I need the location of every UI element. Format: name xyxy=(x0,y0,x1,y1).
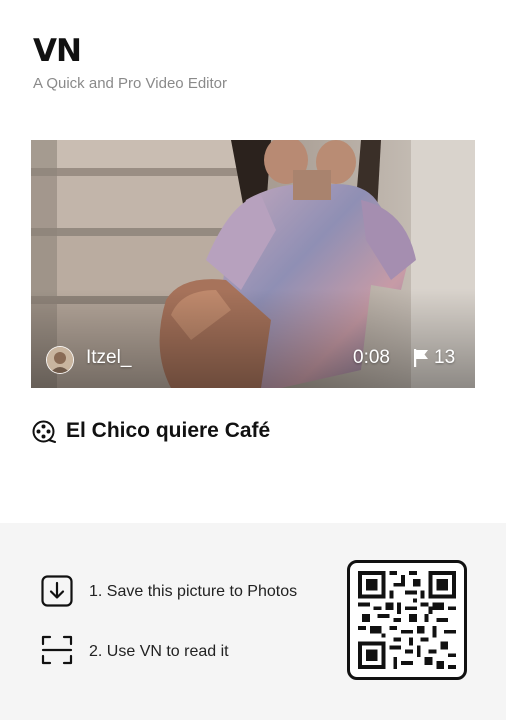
author-avatar[interactable] xyxy=(46,346,74,374)
vn-logo: VN xyxy=(33,33,82,69)
song-title[interactable]: El Chico quiere Café xyxy=(66,419,270,443)
clip-count: 13 xyxy=(434,347,456,368)
qr-code xyxy=(347,560,467,680)
qr-code-pattern xyxy=(358,571,456,669)
video-duration: 0:08 xyxy=(353,347,390,368)
tagline: A Quick and Pro Video Editor xyxy=(33,75,228,92)
author-name[interactable]: Itzel_ xyxy=(86,347,131,369)
flag-icon xyxy=(414,349,428,367)
scan-icon xyxy=(41,635,73,665)
download-icon xyxy=(41,575,73,607)
instruction-step-1: 1. Save this picture to Photos xyxy=(89,583,298,600)
video-thumbnail[interactable]: Itzel_ 0:08 13 xyxy=(31,140,475,388)
instruction-step-2: 2. Use VN to read it xyxy=(89,643,229,660)
film-reel-icon xyxy=(32,420,56,443)
avatar-image xyxy=(47,347,73,373)
